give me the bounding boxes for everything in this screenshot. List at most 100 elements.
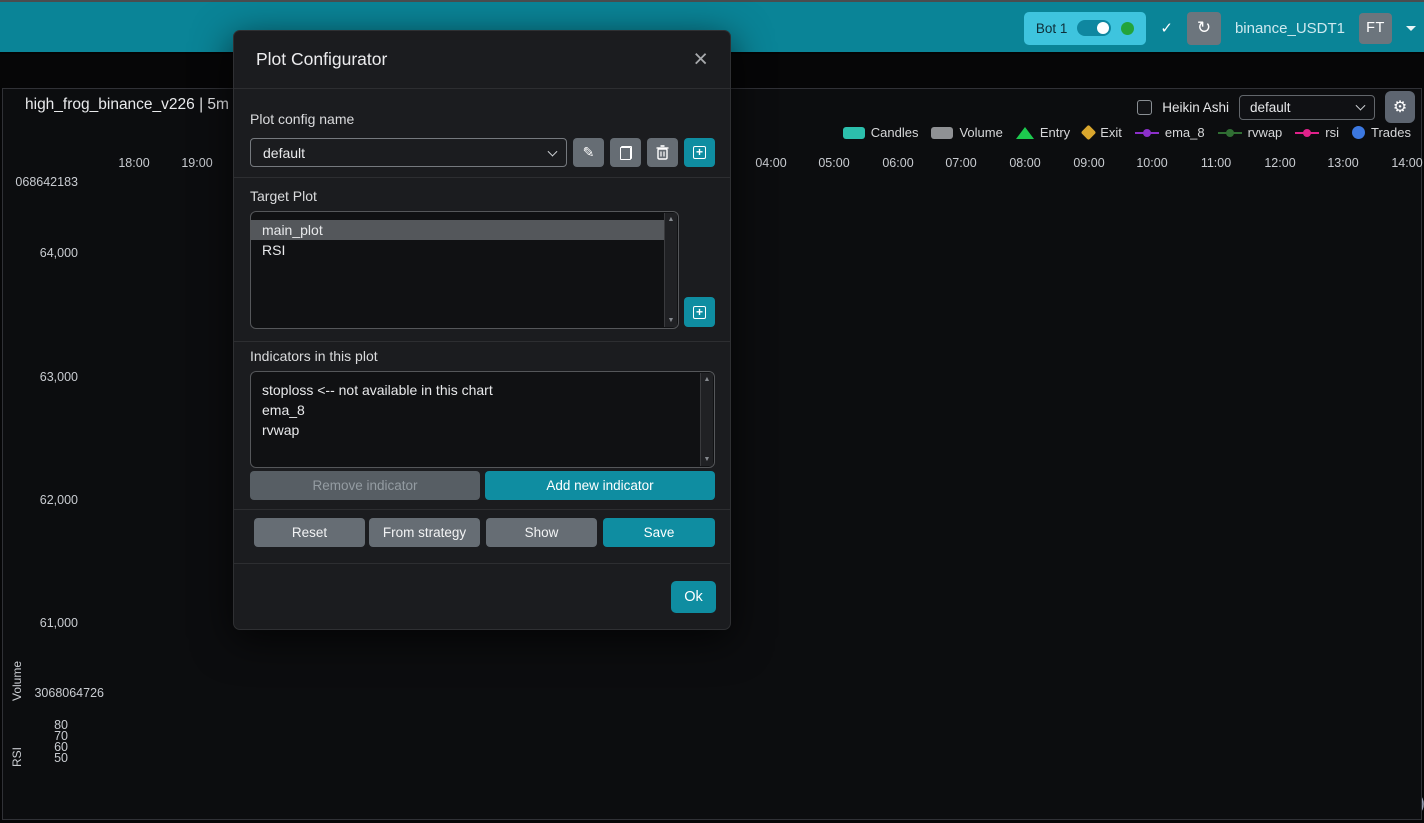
close-icon[interactable]: × bbox=[693, 47, 708, 72]
x-axis-tick-label: 05:00 bbox=[818, 156, 849, 170]
x-axis-tick-label: 09:00 bbox=[1073, 156, 1104, 170]
save-button[interactable]: Save bbox=[603, 518, 715, 547]
chart-legend: Candles Volume Entry Exit ema_8 rvwap rsi Trade… bbox=[843, 125, 1411, 140]
volume-marker-icon bbox=[931, 127, 953, 139]
entry-marker-icon bbox=[1016, 127, 1034, 139]
chevron-down-icon[interactable] bbox=[1406, 26, 1416, 31]
add-plot-button[interactable]: + bbox=[684, 297, 715, 327]
legend-label: Entry bbox=[1040, 125, 1070, 140]
indicators-listbox[interactable]: ▲ ▼ stoploss <-- not available in this c… bbox=[250, 371, 715, 468]
candles-marker-icon bbox=[843, 127, 865, 139]
x-axis-tick-label: 14:00 bbox=[1391, 156, 1422, 170]
x-axis-tick-label: 13:00 bbox=[1327, 156, 1358, 170]
section-divider bbox=[234, 341, 730, 342]
legend-item-rvwap[interactable]: rvwap bbox=[1218, 125, 1283, 140]
list-option[interactable]: rvwap bbox=[251, 420, 700, 440]
chevron-down-icon bbox=[548, 146, 558, 156]
y-axis-tick-label: 61,000 bbox=[0, 616, 78, 630]
duplicate-config-button[interactable] bbox=[610, 138, 641, 167]
legend-item-trades[interactable]: Trades bbox=[1352, 125, 1411, 140]
plus-square-icon: + bbox=[693, 306, 706, 319]
legend-item-volume[interactable]: Volume bbox=[931, 125, 1002, 140]
trash-icon bbox=[656, 145, 669, 160]
bot-online-dot bbox=[1121, 22, 1134, 35]
ft-menu-button[interactable]: FT bbox=[1359, 13, 1392, 44]
plus-square-icon: + bbox=[693, 146, 706, 159]
trades-marker-icon bbox=[1352, 126, 1365, 139]
ok-button[interactable]: Ok bbox=[671, 581, 716, 613]
heikin-ashi-checkbox[interactable] bbox=[1137, 100, 1152, 115]
reset-button[interactable]: Reset bbox=[254, 518, 365, 547]
show-button[interactable]: Show bbox=[486, 518, 597, 547]
plot-config-select-value: default bbox=[1250, 100, 1291, 115]
legend-item-entry[interactable]: Entry bbox=[1016, 125, 1070, 140]
scroll-up-icon[interactable]: ▲ bbox=[668, 213, 675, 226]
list-option[interactable]: ema_8 bbox=[251, 400, 700, 420]
legend-item-exit[interactable]: Exit bbox=[1083, 125, 1122, 140]
remove-indicator-button[interactable]: Remove indicator bbox=[250, 471, 480, 500]
pencil-icon: ✎ bbox=[583, 144, 595, 161]
add-config-button[interactable]: + bbox=[684, 138, 715, 167]
legend-item-ema_8[interactable]: ema_8 bbox=[1135, 125, 1205, 140]
legend-label: Exit bbox=[1100, 125, 1122, 140]
y-axis-tick-label: 63,000 bbox=[0, 370, 78, 384]
exit-marker-icon bbox=[1081, 125, 1097, 141]
rvwap-marker-icon bbox=[1218, 132, 1242, 134]
from-strategy-button[interactable]: From strategy bbox=[369, 518, 480, 547]
x-axis-tick-label: 08:00 bbox=[1009, 156, 1040, 170]
footer-divider bbox=[234, 563, 730, 564]
volume-axis-title: Volume bbox=[10, 641, 24, 701]
heikin-ashi-label: Heikin Ashi bbox=[1162, 100, 1229, 115]
copy-icon bbox=[620, 146, 632, 160]
x-axis-tick-label: 19:00 bbox=[181, 156, 212, 170]
bot-toggle[interactable] bbox=[1077, 20, 1111, 36]
plot-configurator-modal: Plot Configurator × Plot config name def… bbox=[233, 30, 731, 630]
y-axis-tick-label: 068642183 bbox=[0, 175, 78, 189]
app-window: high_frog_binance_v226 | 5m Heikin Ashi … bbox=[0, 0, 1424, 823]
rsi-marker-icon bbox=[1295, 132, 1319, 134]
legend-item-candles[interactable]: Candles bbox=[843, 125, 919, 140]
legend-label: Candles bbox=[871, 125, 919, 140]
config-name-select-value: default bbox=[263, 145, 305, 161]
indicators-label: Indicators in this plot bbox=[250, 348, 378, 364]
delete-config-button[interactable] bbox=[647, 138, 678, 167]
x-axis-tick-label: 10:00 bbox=[1136, 156, 1167, 170]
legend-label: rsi bbox=[1325, 125, 1339, 140]
bot-name-label: Bot 1 bbox=[1036, 21, 1068, 36]
plot-configurator-gear-button[interactable]: ⚙ bbox=[1385, 91, 1415, 123]
legend-label: Volume bbox=[959, 125, 1002, 140]
rename-config-button[interactable]: ✎ bbox=[573, 138, 604, 167]
legend-item-rsi[interactable]: rsi bbox=[1295, 125, 1339, 140]
scroll-down-icon[interactable]: ▼ bbox=[668, 314, 675, 327]
refresh-icon: ↻ bbox=[1197, 18, 1211, 38]
x-axis-tick-label: 06:00 bbox=[882, 156, 913, 170]
navbar-right-cluster: Bot 1 ✓ ↻ binance_USDT1 FT bbox=[1024, 2, 1416, 54]
list-option[interactable]: main_plot bbox=[251, 220, 664, 240]
y-axis-tick-label: 62,000 bbox=[0, 493, 78, 507]
scroll-up-icon[interactable]: ▲ bbox=[704, 373, 711, 386]
bot-selector[interactable]: Bot 1 bbox=[1024, 12, 1147, 45]
refresh-button[interactable]: ↻ bbox=[1187, 12, 1221, 45]
x-axis-tick-label: 04:00 bbox=[755, 156, 786, 170]
plot-config-select[interactable]: default bbox=[1239, 95, 1375, 120]
y-axis-tick-label: 64,000 bbox=[0, 246, 78, 260]
legend-label: ema_8 bbox=[1165, 125, 1205, 140]
config-name-select[interactable]: default bbox=[250, 138, 567, 167]
target-plot-label: Target Plot bbox=[250, 188, 317, 204]
listbox-scrollbar[interactable]: ▲ ▼ bbox=[700, 373, 713, 466]
modal-title: Plot Configurator bbox=[256, 49, 387, 70]
modal-header: Plot Configurator × bbox=[234, 31, 730, 89]
chart-controls: Heikin Ashi default ⚙ bbox=[1137, 91, 1415, 123]
chevron-down-icon bbox=[1356, 101, 1366, 111]
target-plot-listbox[interactable]: ▲ ▼ main_plotRSI bbox=[250, 211, 679, 329]
check-icon: ✓ bbox=[1160, 19, 1173, 37]
x-axis-tick-label: 18:00 bbox=[118, 156, 149, 170]
add-new-indicator-button[interactable]: Add new indicator bbox=[485, 471, 715, 500]
x-axis-tick-label: 11:00 bbox=[1201, 156, 1231, 170]
list-option[interactable]: stoploss <-- not available in this chart bbox=[251, 380, 700, 400]
listbox-scrollbar[interactable]: ▲ ▼ bbox=[664, 213, 677, 327]
ema_8-marker-icon bbox=[1135, 132, 1159, 134]
scroll-down-icon[interactable]: ▼ bbox=[704, 453, 711, 466]
gear-icon: ⚙ bbox=[1393, 99, 1407, 116]
list-option[interactable]: RSI bbox=[251, 240, 664, 260]
